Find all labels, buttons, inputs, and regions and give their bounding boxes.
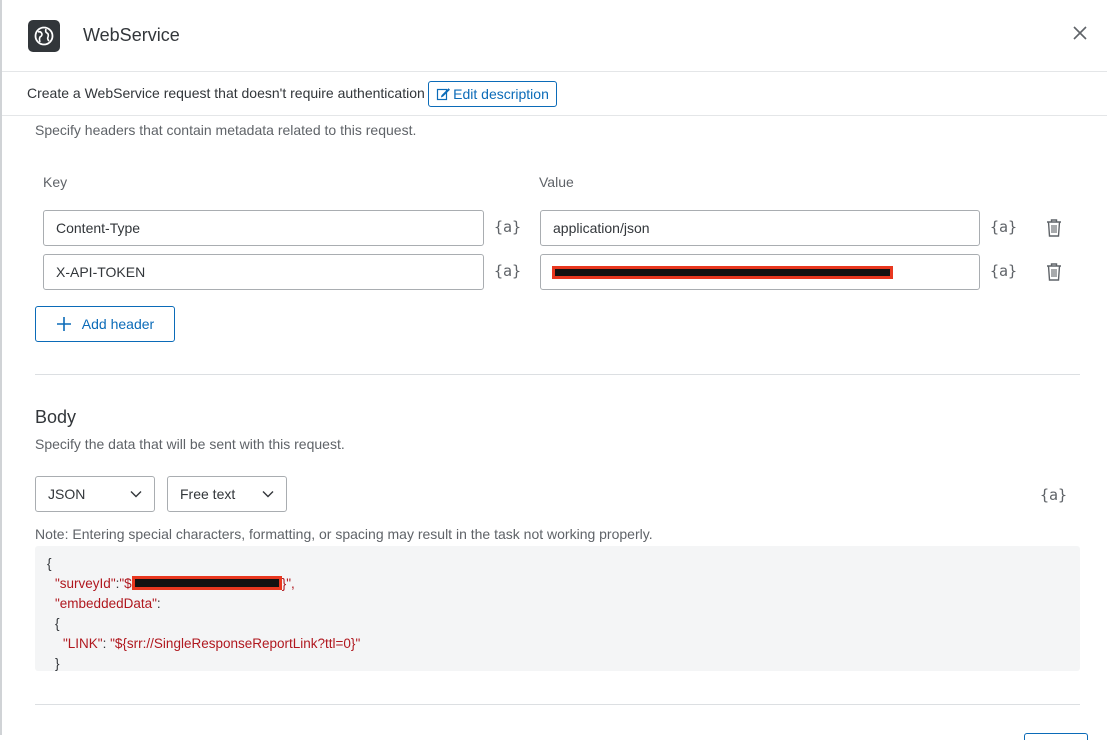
body-format-select[interactable]: JSON (35, 476, 155, 512)
chevron-down-icon (262, 491, 274, 498)
dialog-header: WebService (2, 0, 1107, 72)
body-mode-value: Free text (180, 486, 236, 502)
code-string: "${srr://SingleResponseReportLink?ttl=0}… (110, 636, 361, 651)
code-line: "LINK": "${srr://SingleResponseReportLin… (63, 636, 360, 651)
edit-icon (437, 88, 451, 101)
code-line: } (55, 656, 60, 671)
code-key: "surveyId" (55, 576, 116, 591)
add-header-label: Add header (81, 316, 155, 332)
body-section-title: Body (35, 407, 77, 427)
body-format-value: JSON (48, 486, 86, 502)
code-string: }", (281, 576, 295, 591)
close-icon[interactable] (1071, 24, 1089, 42)
description-bar: Create a WebService request that doesn't… (2, 72, 1107, 116)
code-line: { (47, 556, 52, 571)
code-key: "LINK" (63, 636, 103, 651)
trash-icon[interactable] (1045, 218, 1063, 238)
code-line: "surveyId":"$}", (55, 576, 295, 591)
edit-description-label: Edit description (453, 86, 549, 102)
key-column-label: Key (43, 174, 68, 190)
edit-description-button[interactable]: Edit description (428, 81, 557, 107)
dialog-content: Specify headers that contain metadata re… (2, 116, 1107, 735)
header-value-input[interactable] (540, 254, 980, 290)
header-key-input[interactable]: Content-Type (43, 210, 484, 246)
body-note: Note: Entering special characters, forma… (35, 526, 653, 542)
section-divider (35, 374, 1080, 375)
save-button[interactable] (1024, 733, 1088, 740)
redaction-mark (131, 576, 282, 590)
code-punct: : (102, 636, 111, 651)
code-key: "embeddedData" (55, 596, 157, 611)
piped-text-button[interactable]: {a} (990, 262, 1017, 280)
body-mode-select[interactable]: Free text (167, 476, 287, 512)
piped-text-button[interactable]: {a} (990, 218, 1017, 236)
piped-text-button[interactable]: {a} (494, 262, 521, 280)
dialog-title: WebService (83, 25, 180, 45)
chevron-down-icon (130, 491, 142, 498)
code-line: { (55, 616, 60, 631)
section-divider (35, 704, 1080, 705)
value-column-label: Value (539, 174, 574, 190)
body-code-editor[interactable]: { "surveyId": "$ }", "embeddedData": { "LI… (35, 546, 1080, 671)
task-description: Create a WebService request that doesn't… (27, 85, 425, 101)
code-punct: : (156, 596, 161, 611)
piped-text-button[interactable]: {a} (494, 218, 521, 236)
trash-icon[interactable] (1045, 262, 1063, 282)
body-helper: Specify the data that will be sent with … (35, 436, 345, 452)
plus-icon (56, 317, 71, 331)
redaction-mark (552, 266, 893, 279)
headers-helper: Specify headers that contain metadata re… (35, 122, 417, 138)
header-key-input[interactable]: X-API-TOKEN (43, 254, 484, 290)
piped-text-button[interactable]: {a} (1040, 486, 1067, 504)
header-value-input[interactable]: application/json (540, 210, 980, 246)
globe-icon (28, 20, 60, 52)
code-string: "$ (119, 576, 132, 591)
code-line: "embeddedData": (55, 596, 161, 611)
add-header-button[interactable]: Add header (35, 306, 175, 342)
